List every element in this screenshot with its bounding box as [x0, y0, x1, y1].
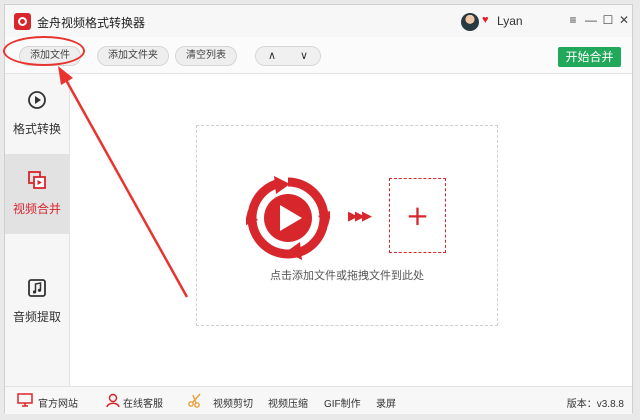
online-support-link[interactable]: 在线客服 — [123, 395, 163, 410]
sidebar-item-audio-extract[interactable]: 音频提取 — [5, 262, 69, 342]
clear-list-button[interactable]: 清空列表 — [175, 46, 237, 66]
sidebar-item-format-convert[interactable]: 格式转换 — [5, 74, 69, 154]
gif-make-link[interactable]: GIF制作 — [324, 395, 361, 410]
menu-icon[interactable]: ≡ — [565, 12, 581, 28]
sidebar-item-label: 音频提取 — [12, 310, 61, 324]
monitor-icon — [17, 393, 33, 407]
plus-icon: + — [405, 199, 430, 232]
move-up-button[interactable]: ∧ — [256, 47, 288, 65]
status-bar: 官方网站 在线客服 视频剪切 视频压缩 GIF制作 录屏 版本：v3.8.8 — [5, 386, 632, 414]
username[interactable]: Lyan — [497, 14, 523, 28]
official-site-link[interactable]: 官方网站 — [38, 395, 78, 410]
drop-zone[interactable] — [196, 125, 498, 326]
add-folder-button[interactable]: 添加文件夹 — [97, 46, 169, 66]
play-circle-icon — [28, 91, 46, 109]
minimize-icon[interactable]: — — [583, 12, 599, 28]
sidebar-item-label: 格式转换 — [12, 122, 61, 136]
heart-icon: ♥ — [482, 14, 489, 26]
chevrons-right-icon: ▶▶▶ — [348, 208, 372, 223]
screen-record-link[interactable]: 录屏 — [376, 395, 396, 410]
close-icon[interactable]: ✕ — [616, 12, 632, 28]
reorder-buttons: ∧ ∨ — [255, 46, 321, 66]
app-title: 金舟视频格式转换器 — [37, 16, 146, 30]
sidebar-item-video-merge[interactable]: 视频合并 — [5, 154, 69, 234]
scissors-icon — [188, 393, 201, 408]
merge-video-icon — [28, 171, 46, 189]
sidebar-item-label: 视频合并 — [12, 202, 61, 216]
start-merge-button[interactable]: 开始合并 — [558, 47, 621, 67]
add-file-box[interactable]: + — [389, 178, 446, 253]
move-down-button[interactable]: ∨ — [288, 47, 320, 65]
music-note-icon — [28, 279, 46, 297]
sidebar: 格式转换 视频合并 音频提取 — [5, 74, 70, 386]
video-cut-link[interactable]: 视频剪切 — [213, 395, 253, 410]
support-agent-icon — [106, 393, 120, 408]
maximize-icon[interactable]: ☐ — [600, 12, 616, 28]
convert-play-logo-icon — [246, 176, 330, 260]
app-logo-icon — [14, 13, 31, 30]
toolbar: 添加文件 添加文件夹 清空列表 ∧ ∨ 开始合并 — [5, 37, 632, 74]
annotation-ellipse — [3, 36, 85, 66]
drop-hint: 点击添加文件或拖拽文件到此处 — [270, 270, 424, 282]
version-label: 版本：v3.8.8 — [566, 399, 624, 410]
title-bar: 金舟视频格式转换器 ♥ Lyan ≡ — ☐ ✕ — [5, 5, 632, 37]
user-avatar[interactable] — [461, 13, 479, 31]
video-compress-link[interactable]: 视频压缩 — [268, 395, 308, 410]
